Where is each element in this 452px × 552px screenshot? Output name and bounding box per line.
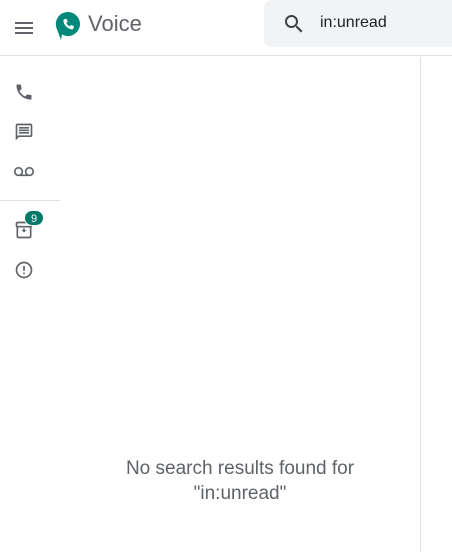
nav-calls[interactable] [4, 72, 44, 112]
voice-app: Voice 9 [0, 0, 452, 552]
search-input[interactable] [320, 10, 448, 36]
panel-divider [420, 57, 421, 552]
empty-search-message: No search results found for "in:unread" [60, 456, 420, 506]
archive-badge: 9 [24, 210, 44, 226]
search-button[interactable] [274, 4, 314, 44]
google-voice-logo[interactable] [55, 11, 81, 41]
search-icon [285, 15, 303, 33]
message-icon [15, 123, 33, 141]
main-menu-button[interactable] [4, 8, 44, 48]
menu-icon [15, 22, 33, 34]
nav-spam[interactable] [4, 250, 44, 290]
app-name: Voice [88, 11, 142, 36]
phone-icon [16, 84, 32, 100]
search-bar [264, 0, 452, 47]
spam-icon [15, 261, 33, 279]
sidebar-divider [0, 200, 60, 201]
nav-voicemail[interactable] [4, 152, 44, 192]
top-bar: Voice [0, 0, 452, 56]
results-panel: No search results found for "in:unread" [60, 57, 420, 552]
voicemail-icon [14, 167, 34, 177]
nav-messages[interactable] [4, 112, 44, 152]
empty-message-line1: No search results found for [125, 458, 355, 479]
empty-message-query: "in:unread" [193, 483, 287, 504]
